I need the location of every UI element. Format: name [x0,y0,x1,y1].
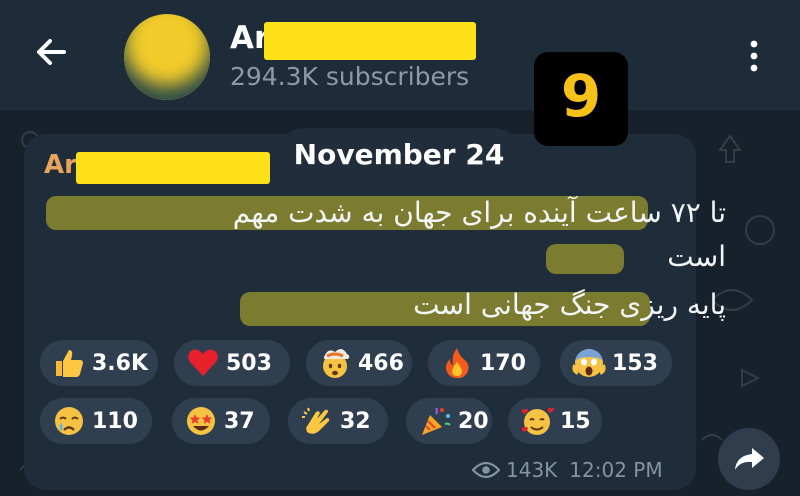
reaction-screaming-face[interactable]: 153 [560,340,672,386]
reaction-count: 15 [560,408,591,434]
reaction-star-struck[interactable]: 37 [172,398,270,444]
message-meta: 143K 12:02 PM [472,458,663,482]
back-button[interactable] [30,30,74,74]
view-count: 143K [506,458,558,482]
vertical-dots-icon [750,40,758,72]
fire-icon [446,348,469,379]
reaction-count: 466 [358,350,404,376]
reaction-smiling-face-hearts[interactable]: 15 [508,398,602,444]
clapping-hands-icon [302,407,330,434]
redaction-mark [264,22,476,60]
more-options-button[interactable] [740,38,768,74]
number-badge: 9 [534,52,628,146]
avatar-shading [124,14,210,100]
arrow-left-icon [37,39,66,65]
thumbs-up-icon [56,350,83,377]
screaming-face-icon [572,349,606,377]
crying-face-icon [55,407,83,435]
reaction-fire[interactable]: 170 [428,340,540,386]
party-popper-icon [422,407,451,435]
message-time: 12:02 PM [569,458,663,482]
star-struck-icon [187,407,215,435]
reaction-crying-face[interactable]: 110 [40,398,152,444]
text-highlight [546,244,624,274]
message-sender[interactable]: Ar [44,150,77,180]
subscriber-count: 294.3K subscribers [230,62,470,91]
message-text-line: تا ۷۲ ساعت آینده برای جهان به شدت مهم [232,196,726,229]
reaction-heart[interactable]: 503 [174,340,290,386]
red-heart-icon [188,349,218,376]
share-arrow-icon [735,448,764,470]
reaction-count: 37 [224,408,255,434]
message-text-line: است [667,240,726,273]
message-text-line: پایه ریزی جنگ جهانی است [413,288,726,321]
reaction-count: 32 [340,408,371,434]
smiling-face-with-hearts-icon [521,408,554,435]
redaction-mark [76,152,270,184]
reaction-count: 153 [612,350,658,376]
badge-number: 9 [560,62,602,130]
share-button[interactable] [718,428,780,490]
channel-avatar[interactable] [124,14,210,100]
reaction-count: 170 [480,350,526,376]
reaction-count: 3.6K [92,350,149,376]
reaction-count: 20 [458,408,489,434]
reaction-count: 110 [92,408,138,434]
reaction-count: 503 [226,350,272,376]
exploding-head-icon [323,348,350,378]
eye-icon [472,461,500,479]
date-separator: November 24 [278,128,520,180]
telegram-channel-screen: Ar 294.3K subscribers Ar تا ۷۲ ساعت آیند… [0,0,800,496]
reaction-clapping-hands[interactable]: 32 [288,398,388,444]
reaction-thumbs-up[interactable]: 3.6K [40,340,158,386]
reaction-exploding-head[interactable]: 466 [306,340,412,386]
reaction-party-popper[interactable]: 20 [406,398,492,444]
